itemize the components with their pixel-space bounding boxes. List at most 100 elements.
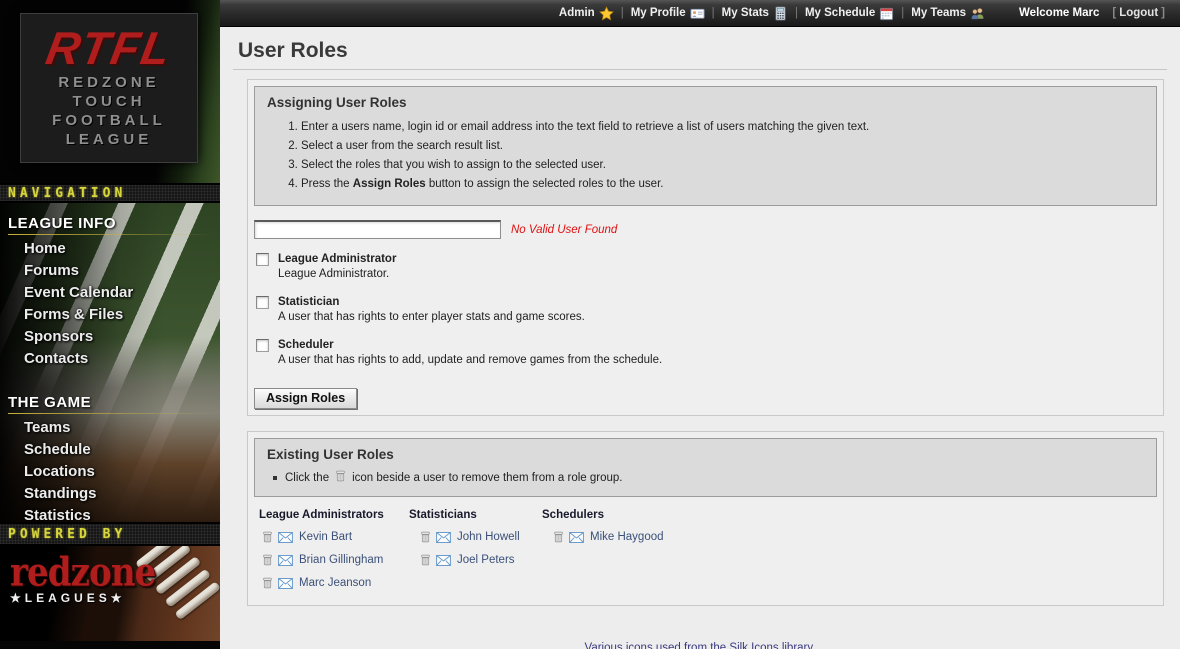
- assign-box-title: Assigning User Roles: [267, 95, 1144, 110]
- mail-icon[interactable]: [436, 555, 451, 566]
- logout-link[interactable]: Logout: [1119, 7, 1158, 19]
- calculator-icon: [773, 6, 788, 21]
- league-logo-line: LEAGUE: [21, 130, 197, 149]
- mail-icon[interactable]: [569, 532, 584, 543]
- group-league-administrators: League AdministratorsKevin BartBrian Gil…: [259, 509, 409, 599]
- assign-roles-button[interactable]: Assign Roles: [254, 388, 357, 409]
- separator: |: [712, 7, 715, 19]
- mail-icon[interactable]: [436, 532, 451, 543]
- sidebar-item-teams[interactable]: Teams: [0, 417, 220, 439]
- role-row-league-administrator: League AdministratorLeague Administrator…: [254, 252, 1157, 282]
- topnav-my-profile[interactable]: My Profile: [631, 6, 705, 21]
- role-text: StatisticianA user that has rights to en…: [278, 295, 585, 325]
- bin-icon[interactable]: [419, 553, 432, 567]
- league-logo-line: TOUCH: [21, 92, 197, 111]
- sidebar-section-title: LEAGUE INFO: [8, 203, 212, 238]
- user-link[interactable]: Mike Haygood: [590, 531, 664, 543]
- existing-user-roles-box: Existing User Roles Click the icon besid…: [254, 438, 1157, 497]
- topnav-label: My Stats: [722, 7, 769, 19]
- user-link[interactable]: John Howell: [457, 531, 520, 543]
- assigning-user-roles-box: Assigning User Roles Enter a users name,…: [254, 86, 1157, 206]
- role-description: A user that has rights to enter player s…: [278, 310, 585, 325]
- user-row-brian-gillingham: Brian Gillingham: [259, 553, 409, 567]
- sidebar-item-locations[interactable]: Locations: [0, 461, 220, 483]
- bracket: ]: [1161, 7, 1165, 19]
- main-area: Admin|My Profile|My Stats|My Schedule|My…: [220, 0, 1180, 649]
- sidebar-item-forums[interactable]: Forums: [0, 260, 220, 282]
- role-name: Scheduler: [278, 338, 662, 352]
- instruction-item: Select a user from the search result lis…: [301, 138, 1144, 154]
- league-logo-acronym: RTFL: [42, 23, 176, 73]
- user-link[interactable]: Kevin Bart: [299, 531, 352, 543]
- hint-prefix: Click the: [285, 472, 329, 484]
- topnav-admin[interactable]: Admin: [559, 6, 614, 21]
- bin-icon[interactable]: [261, 576, 274, 590]
- role-checkbox-scheduler[interactable]: [256, 339, 269, 352]
- topnav-label: My Teams: [911, 7, 966, 19]
- user-row-mike-haygood: Mike Haygood: [542, 530, 664, 544]
- star-icon: [599, 6, 614, 21]
- role-text: SchedulerA user that has rights to add, …: [278, 338, 662, 368]
- group-title: Statisticians: [409, 509, 542, 521]
- sidebar-bottom-strip: [0, 641, 220, 649]
- sidebar-item-forms-files[interactable]: Forms & Files: [0, 304, 220, 326]
- topnav-label: Admin: [559, 7, 595, 19]
- user-row-joel-peters: Joel Peters: [409, 553, 542, 567]
- footer-line-1: Various icons used from the Silk Icons l…: [233, 638, 1167, 649]
- sidebar-item-event-calendar[interactable]: Event Calendar: [0, 282, 220, 304]
- vcard-icon: [690, 6, 705, 21]
- bin-icon[interactable]: [419, 530, 432, 544]
- user-search-input[interactable]: [254, 220, 501, 239]
- topnav-my-schedule[interactable]: My Schedule: [805, 6, 894, 21]
- mail-icon[interactable]: [278, 532, 293, 543]
- sidebar: RTFL REDZONE TOUCH FOOTBALL LEAGUE NAVIG…: [0, 0, 220, 649]
- role-name: League Administrator: [278, 252, 396, 266]
- user-link[interactable]: Brian Gillingham: [299, 554, 383, 566]
- role-checkbox-league-administrator[interactable]: [256, 253, 269, 266]
- topnav-my-stats[interactable]: My Stats: [722, 6, 788, 21]
- sidebar-item-standings[interactable]: Standings: [0, 483, 220, 505]
- sidebar-menu: LEAGUE INFOHomeForumsEvent CalendarForms…: [0, 203, 220, 522]
- user-row-marc-jeanson: Marc Jeanson: [259, 576, 409, 590]
- user-link[interactable]: Joel Peters: [457, 554, 515, 566]
- title-divider: [233, 69, 1167, 70]
- sidebar-item-statistics[interactable]: Statistics: [0, 505, 220, 527]
- bin-icon[interactable]: [261, 530, 274, 544]
- role-checkbox-statistician[interactable]: [256, 296, 269, 309]
- role-row-scheduler: SchedulerA user that has rights to add, …: [254, 338, 1157, 368]
- page-title: User Roles: [238, 37, 1180, 64]
- bracket: [: [1112, 7, 1116, 19]
- role-name: Statistician: [278, 295, 585, 309]
- separator: |: [901, 7, 904, 19]
- sidebar-item-contacts[interactable]: Contacts: [0, 348, 220, 370]
- footer-link-silk-icons[interactable]: Silk Icons: [729, 642, 778, 649]
- role-description: League Administrator.: [278, 267, 396, 282]
- navigation-led-bar: NAVIGATION: [0, 183, 220, 203]
- user-row-kevin-bart: Kevin Bart: [259, 530, 409, 544]
- bullet-icon: [273, 476, 277, 480]
- bin-icon[interactable]: [261, 553, 274, 567]
- topnav-items: Admin|My Profile|My Stats|My Schedule|My…: [559, 6, 985, 21]
- sidebar-section-title: THE GAME: [8, 370, 212, 417]
- redzone-logo-text: redzone: [10, 552, 155, 592]
- mail-icon[interactable]: [278, 578, 293, 589]
- bin-icon[interactable]: [552, 530, 565, 544]
- calendar-icon: [879, 6, 894, 21]
- user-search-row: No Valid User Found: [254, 220, 1157, 239]
- league-logo-line: REDZONE: [21, 73, 197, 92]
- existing-groups: League AdministratorsKevin BartBrian Gil…: [259, 509, 1157, 599]
- mail-icon[interactable]: [278, 555, 293, 566]
- sidebar-item-home[interactable]: Home: [0, 238, 220, 260]
- sidebar-item-sponsors[interactable]: Sponsors: [0, 326, 220, 348]
- existing-roles-panel: Existing User Roles Click the icon besid…: [247, 431, 1164, 606]
- instruction-item: Select the roles that you wish to assign…: [301, 157, 1144, 173]
- sidebar-item-schedule[interactable]: Schedule: [0, 439, 220, 461]
- assign-roles-panel: Assigning User Roles Enter a users name,…: [247, 79, 1164, 416]
- topnav-my-teams[interactable]: My Teams: [911, 6, 985, 21]
- redzone-leagues-logo[interactable]: redzone ★LEAGUES★: [10, 552, 168, 605]
- instructions-list: Enter a users name, login id or email ad…: [267, 119, 1144, 192]
- league-logo: RTFL REDZONE TOUCH FOOTBALL LEAGUE: [20, 13, 198, 163]
- group-schedulers: SchedulersMike Haygood: [542, 509, 664, 599]
- powered-by-area: redzone ★LEAGUES★: [0, 546, 220, 649]
- user-link[interactable]: Marc Jeanson: [299, 577, 371, 589]
